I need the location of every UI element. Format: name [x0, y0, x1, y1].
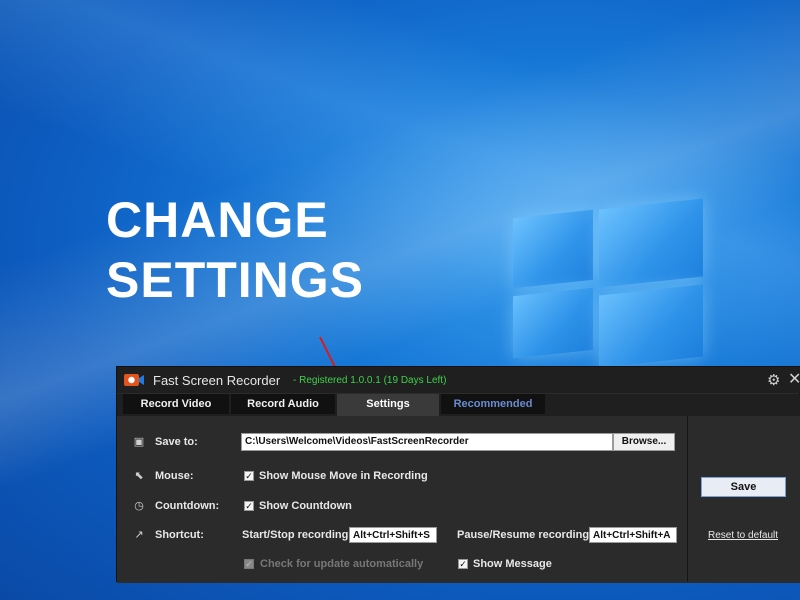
- pause-resume-label: Pause/Resume recording: [457, 529, 590, 541]
- mouse-label: Mouse:: [155, 470, 194, 482]
- close-icon[interactable]: ✕: [788, 369, 800, 389]
- tab-recommended[interactable]: Recommended: [441, 394, 545, 414]
- show-message-checkbox[interactable]: ✓: [458, 559, 468, 569]
- shortcut-label: Shortcut:: [155, 529, 204, 541]
- mouse-option-label: Show Mouse Move in Recording: [259, 470, 428, 482]
- save-to-label: Save to:: [155, 436, 198, 448]
- windows-logo: [505, 198, 715, 370]
- pause-resume-hotkey-field[interactable]: Alt+Ctrl+Shift+A: [589, 527, 677, 543]
- headline-line-1: CHANGE: [106, 192, 329, 248]
- save-button[interactable]: Save: [701, 477, 786, 497]
- headline-line-2: SETTINGS: [106, 252, 365, 308]
- camera-logo-icon: [124, 374, 144, 386]
- check-update-label: Check for update automatically: [260, 558, 424, 570]
- reset-to-default-link[interactable]: Reset to default: [708, 530, 778, 541]
- tab-settings[interactable]: Settings: [337, 394, 439, 416]
- save-path-field[interactable]: C:\Users\Welcome\Videos\FastScreenRecord…: [241, 433, 613, 451]
- gear-icon[interactable]: ⚙: [767, 371, 780, 389]
- tab-record-audio[interactable]: Record Audio: [231, 394, 335, 414]
- start-stop-label: Start/Stop recording: [242, 529, 349, 541]
- app-title: Fast Screen Recorder: [153, 373, 281, 388]
- registration-status: - Registered 1.0.0.1 (19 Days Left): [293, 375, 447, 386]
- tab-record-video[interactable]: Record Video: [123, 394, 229, 414]
- title-bar: Fast Screen Recorder - Registered 1.0.0.…: [117, 367, 800, 393]
- show-message-label: Show Message: [473, 558, 552, 570]
- headline: CHANGE SETTINGS: [106, 190, 364, 310]
- tab-bar: Record Video Record Audio Settings Recom…: [117, 394, 800, 416]
- start-stop-hotkey-field[interactable]: Alt+Ctrl+Shift+S: [349, 527, 437, 543]
- countdown-checkbox[interactable]: ✓: [244, 501, 254, 511]
- browse-button[interactable]: Browse...: [613, 433, 675, 451]
- app-window: Fast Screen Recorder - Registered 1.0.0.…: [116, 366, 800, 583]
- settings-panel: ▣ Save to: C:\Users\Welcome\Videos\FastS…: [117, 416, 800, 583]
- mouse-checkbox[interactable]: ✓: [244, 471, 254, 481]
- shortcut-arrow-icon: ↗: [134, 529, 144, 541]
- panel-divider: [687, 416, 688, 582]
- countdown-option-label: Show Countdown: [259, 500, 352, 512]
- save-icon: ▣: [133, 436, 145, 448]
- check-update-checkbox[interactable]: ✓: [244, 559, 254, 569]
- countdown-timer-icon: ◷: [134, 500, 144, 512]
- mouse-cursor-icon: ⬉: [134, 470, 144, 482]
- countdown-label: Countdown:: [155, 500, 220, 512]
